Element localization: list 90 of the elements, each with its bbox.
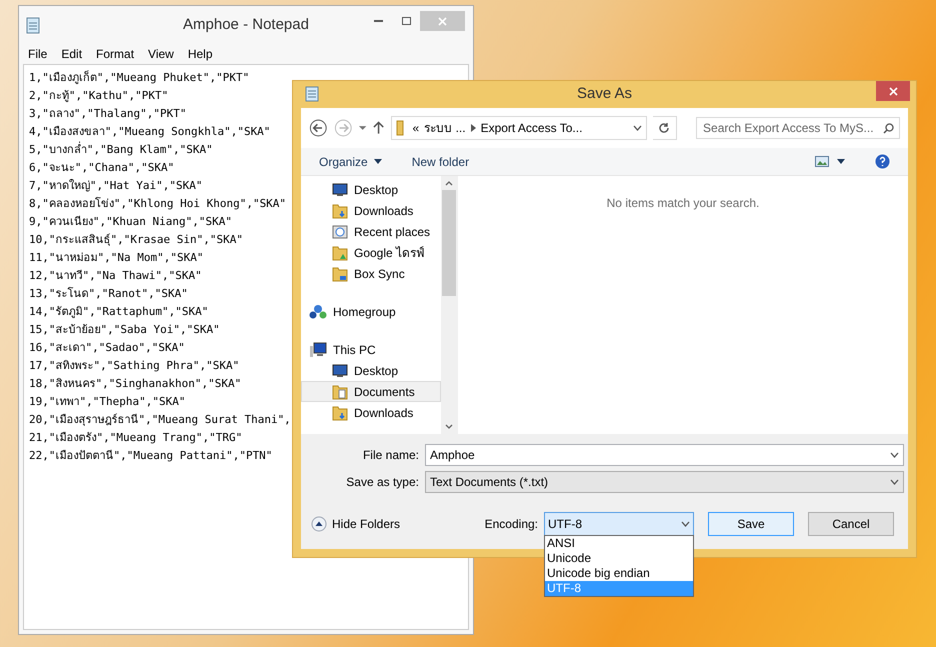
- view-icon[interactable]: [815, 156, 829, 167]
- chevron-icon: [470, 124, 476, 132]
- text-line: 5,"บางกล่ำ","Bang Klam","SKA": [29, 141, 213, 158]
- chevron-down-icon[interactable]: [633, 125, 642, 131]
- search-field[interactable]: Search Export Access To MyS...: [696, 117, 900, 139]
- text-line: 9,"ควนเนียง","Khuan Niang","SKA": [29, 214, 232, 230]
- text-line: 8,"คลองหอยโข่ง","Khlong Hoi Khong","SKA": [29, 196, 286, 212]
- text-line: 2,"กะทู้","Kathu","PKT": [29, 88, 168, 104]
- field-label: Save as type:: [345, 474, 420, 491]
- dialog-button[interactable]: Save: [708, 512, 794, 536]
- text-line: 22,"เมืองปัตตานี","Mueang Pattani","PTN": [29, 448, 272, 464]
- up-arrow-icon[interactable]: [373, 121, 385, 135]
- text-line: 12,"นาทวี","Na Thawi","SKA": [29, 268, 202, 284]
- breadcrumb-item[interactable]: ระบบ ...: [424, 119, 466, 137]
- dropdown-arrow-icon[interactable]: [358, 125, 368, 131]
- file-type-dropdown[interactable]: Text Documents (*.txt): [425, 471, 904, 493]
- nav-item[interactable]: Homegroup: [301, 301, 441, 322]
- text-line: 7,"หาดใหญ่","Hat Yai","SKA": [29, 178, 202, 194]
- folder-icon: [332, 244, 348, 260]
- caret-icon[interactable]: [837, 159, 845, 164]
- monitor-icon: [332, 364, 348, 378]
- text-line: 20,"เมืองสุราษฎร์ธานี","Mueang Surat Thani",: [29, 412, 291, 428]
- menu-item[interactable]: Help: [182, 45, 218, 63]
- text-line: 14,"รัตภูมิ","Rattaphum","SKA": [29, 304, 208, 320]
- help-icon[interactable]: [875, 154, 890, 169]
- close-button[interactable]: [876, 81, 910, 101]
- new-folder-button[interactable]: New folder: [412, 152, 470, 170]
- refresh-button[interactable]: [653, 116, 677, 140]
- text-line: 16,"สะเดา","Sadao","SKA": [29, 340, 185, 356]
- monitor-icon: [332, 182, 348, 196]
- nav-item[interactable]: Google ไดรฟ์: [301, 242, 441, 263]
- text-line: 17,"สทิงพระ","Sathing Phra","SKA": [29, 358, 240, 374]
- file-name-field[interactable]: Amphoe: [425, 444, 904, 466]
- search-icon: [883, 123, 894, 134]
- scrollbar[interactable]: [441, 176, 457, 434]
- chevron-down-icon[interactable]: [890, 452, 899, 458]
- nav-item[interactable]: Box Sync: [301, 263, 441, 284]
- caret-icon: [374, 159, 382, 164]
- hide-folders-button[interactable]: Hide Folders: [311, 515, 400, 533]
- nav-item[interactable]: Recent places: [301, 221, 441, 242]
- collapse-icon: [311, 516, 327, 532]
- nav-item[interactable]: This PC: [301, 339, 441, 360]
- breadcrumb-item[interactable]: Export Access To...: [480, 119, 582, 137]
- text-line: 18,"สิงหนคร","Singhanakhon","SKA": [29, 376, 242, 392]
- text-line: 11,"นาหม่อม","Na Mom","SKA": [29, 250, 204, 266]
- dialog-title: Save As: [576, 84, 632, 104]
- folder-icon: [332, 384, 348, 400]
- text-line: 10,"กระแสสินธุ์","Krasae Sin","SKA": [29, 232, 243, 248]
- chevron-down-icon: [890, 479, 899, 485]
- close-icon: [438, 16, 447, 26]
- address-bar[interactable]: « ระบบ ... Export Access To...: [390, 116, 648, 140]
- encoding-option[interactable]: Unicode big endian: [545, 566, 693, 581]
- text-line: 6,"จะนะ","Chana","SKA": [29, 160, 174, 176]
- text-line: 1,"เมืองภูเก็ต","Mueang Phuket","PKT": [29, 69, 250, 86]
- text-line: 13,"ระโนด","Ranot","SKA": [29, 286, 188, 302]
- text-line: 4,"เมืองสงขลา","Mueang Songkhla","SKA": [29, 124, 270, 140]
- nav-item[interactable]: Desktop: [301, 179, 441, 200]
- nav-item[interactable]: Documents: [301, 381, 441, 402]
- organize-menu[interactable]: Organize: [319, 152, 382, 170]
- dialog-button[interactable]: Cancel: [808, 512, 894, 536]
- text-line: 21,"เมืองตรัง","Mueang Trang","TRG": [29, 430, 242, 446]
- nav-item[interactable]: Downloads: [301, 402, 441, 423]
- field-label: File name:: [362, 447, 420, 464]
- menu-item[interactable]: Edit: [56, 45, 88, 63]
- nav-item[interactable]: Downloads: [301, 200, 441, 221]
- chevron-down-icon: [681, 521, 690, 527]
- folder-icon: [332, 202, 348, 218]
- breadcrumb-overflow[interactable]: «: [412, 119, 420, 137]
- network-icon: [309, 304, 327, 320]
- text-line: 19,"เทพา","Thepha","SKA": [29, 394, 186, 410]
- menu-item[interactable]: Format: [91, 45, 140, 63]
- empty-message: No items match your search.: [606, 195, 760, 212]
- notepad-icon: [25, 16, 41, 34]
- close-icon: [888, 86, 898, 96]
- refresh-icon: [658, 122, 670, 134]
- menu-item[interactable]: View: [143, 45, 179, 63]
- computer-icon: [309, 342, 327, 358]
- text-line: 15,"สะบ้าย้อย","Saba Yoi","SKA": [29, 322, 220, 338]
- notepad-icon: [305, 86, 319, 102]
- clock-icon: [332, 224, 348, 238]
- folder-icon: [332, 266, 348, 282]
- window-title: Amphoe - Notepad: [183, 14, 309, 35]
- encoding-label: Encoding:: [484, 516, 538, 533]
- encoding-option[interactable]: ANSI: [545, 536, 693, 551]
- text-line: 3,"ถลาง","Thalang","PKT": [29, 106, 186, 122]
- menu-item[interactable]: File: [23, 45, 52, 63]
- encoding-dropdown[interactable]: UTF-8: [544, 512, 694, 536]
- folder-icon: [332, 404, 348, 420]
- nav-item[interactable]: Desktop: [301, 360, 441, 381]
- encoding-option[interactable]: Unicode: [545, 551, 693, 566]
